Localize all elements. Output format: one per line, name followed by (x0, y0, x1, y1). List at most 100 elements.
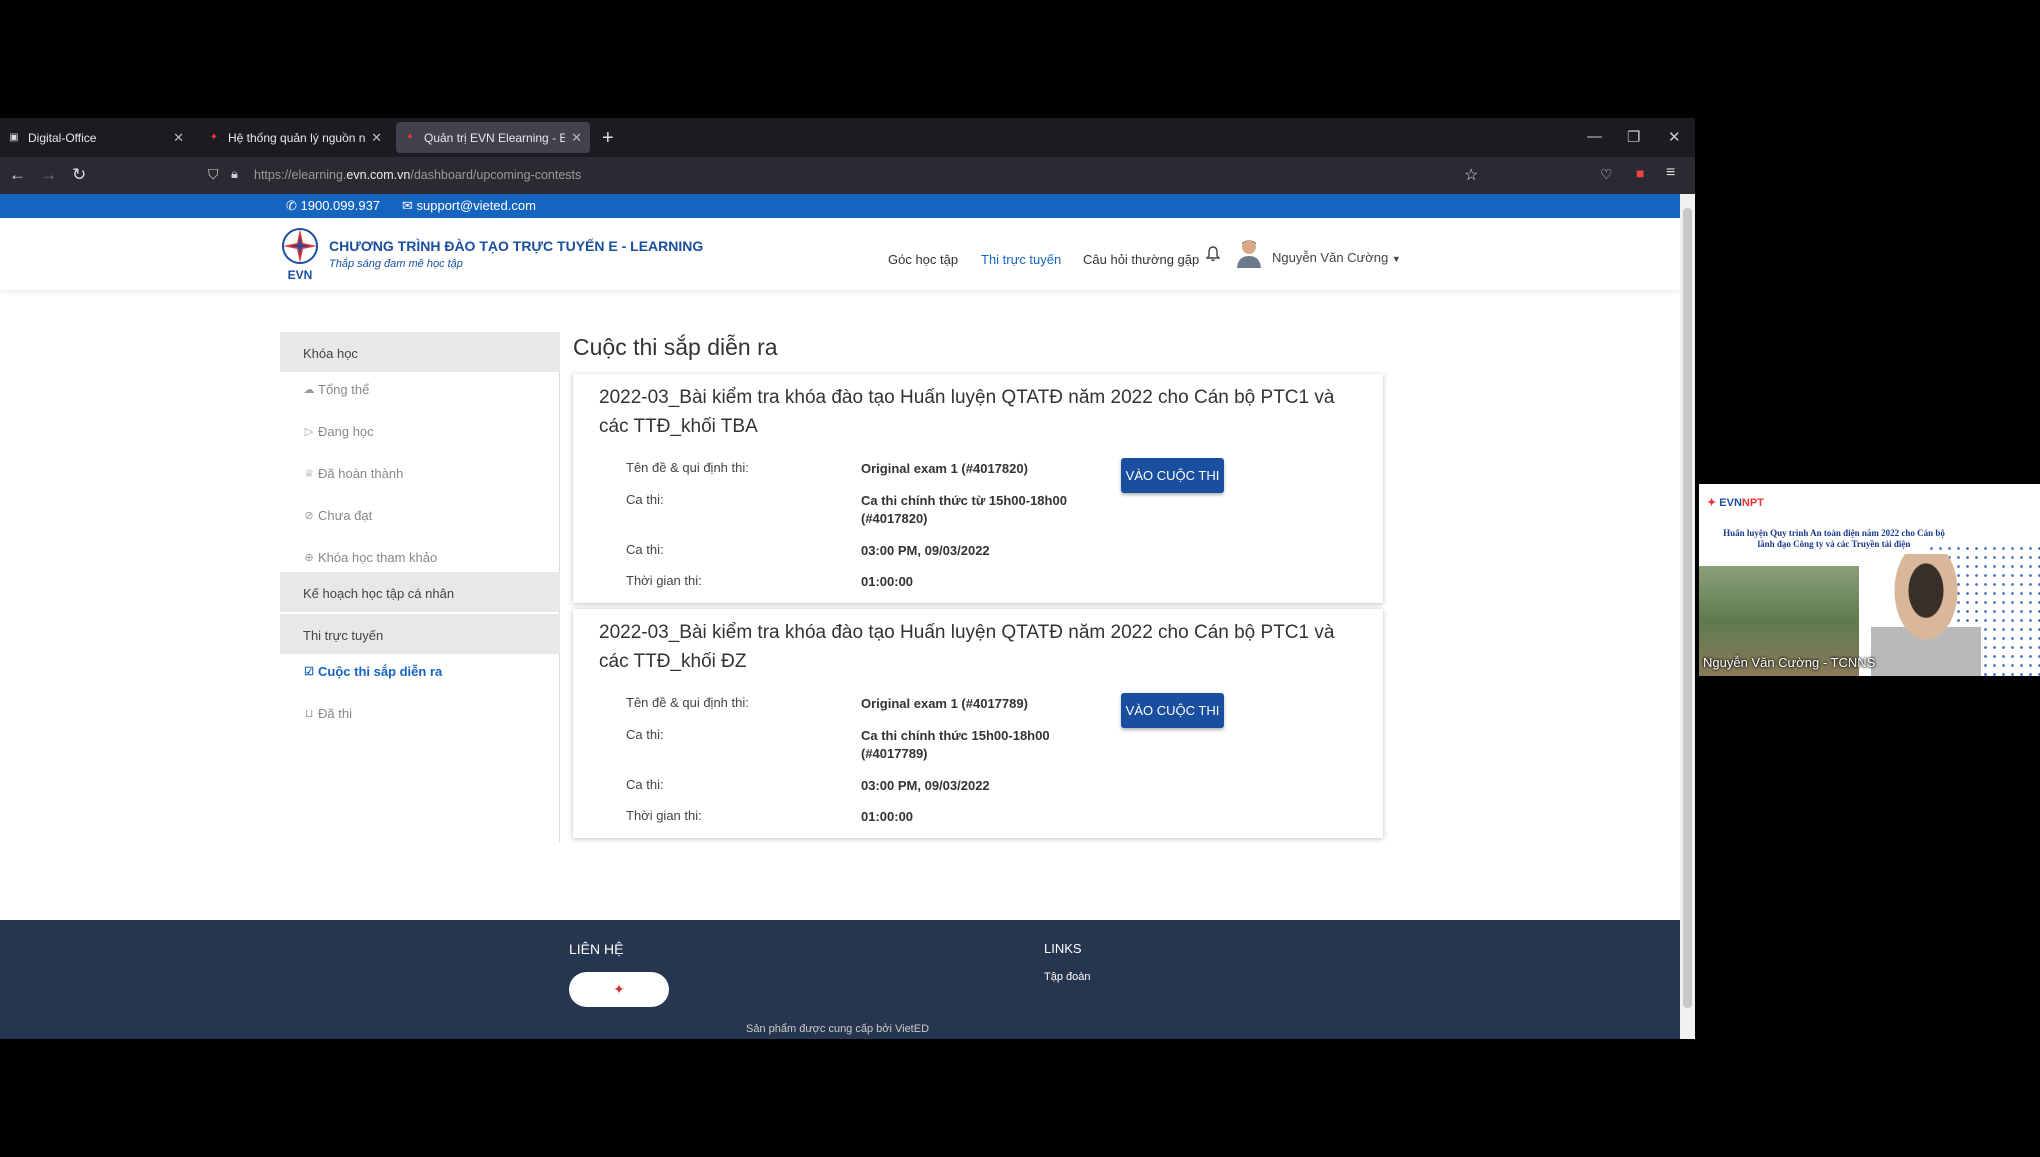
footer-credit: Sản phẩm được cung cấp bởi VietED (746, 1023, 930, 1035)
url-text[interactable]: https://elearning.evn.com.vn/dashboard/u… (254, 168, 581, 182)
evn-favicon-icon: ✦ (405, 132, 415, 143)
avatar[interactable] (1236, 238, 1262, 268)
close-icon[interactable]: ✕ (173, 130, 184, 146)
navigation-bar: ← → ↻ ⛉ 🔒︎ https://elearning.evn.com.vn/… (0, 157, 1695, 194)
site-header: EVN CHƯƠNG TRÌNH ĐÀO TẠO TRỰC TUYẾN E - … (0, 218, 1680, 290)
page-title: Cuộc thi sắp diễn ra (573, 334, 778, 360)
browser-window: ▣ Digital-Office ✕ ✦ Hệ thống quản lý ng… (0, 118, 1695, 1039)
sidebar-item-completed[interactable]: ♕ Đã hoàn thành (303, 466, 403, 481)
reload-icon[interactable]: ↻ (72, 165, 86, 185)
footer-link-group[interactable]: Tập đoàn (1044, 971, 1090, 983)
sidebar-item-reference[interactable]: ⊕ Khóa học tham khảo (303, 550, 437, 565)
evn-logo[interactable]: EVN (280, 226, 320, 282)
session-name-value: Ca thi chính thức 15h00-18h00 (#4017789) (861, 728, 1050, 761)
footer-logo[interactable]: ✦ (569, 972, 669, 1007)
window-close-icon[interactable]: ✕ (1668, 128, 1681, 146)
ban-icon: ⊘ (304, 510, 314, 522)
extension-icon[interactable]: ■ (1636, 165, 1644, 181)
phone-contact[interactable]: ✆ 1900.099.937 (286, 198, 380, 214)
checkbox-icon: ☑ (304, 666, 314, 678)
sidebar-item-label: Đã thi (318, 706, 352, 721)
url-bar[interactable]: ⛉ 🔒︎ https://elearning.evn.com.vn/dashbo… (198, 161, 1492, 190)
sidebar-item-in-progress[interactable]: ▷ Đang học (303, 424, 374, 439)
evn-favicon-icon: ✦ (209, 132, 219, 143)
site-footer: LIÊN HỆ ✦ LINKS Tập đoàn Sản phẩm được c… (0, 920, 1680, 1039)
session-time-value: 03:00 PM, 09/03/2022 (861, 543, 990, 558)
menu-study-corner[interactable]: Góc học tập (888, 252, 958, 267)
video-participant-tile[interactable]: ✦ EVNNPT Huấn luyện Quy trình An toàn đi… (1699, 484, 2040, 676)
exam-label: Tên đề & qui định thi: (626, 695, 749, 710)
globe-icon: ⊕ (304, 552, 314, 564)
sidebar-item-label: Khóa học tham khảo (318, 550, 438, 565)
contest-card: 2022-03_Bài kiểm tra khóa đào tạo Huấn l… (573, 609, 1383, 838)
session-time-label: Ca thi: (626, 542, 664, 557)
slide-brand: ✦ EVNNPT (1707, 497, 1764, 509)
sidebar-item-taken[interactable]: ⊔ Đã thi (303, 706, 352, 721)
caret-down-icon: ▼ (1391, 254, 1401, 264)
duration-value: 01:00:00 (861, 809, 914, 824)
menu-icon[interactable]: ≡ (1666, 164, 1675, 182)
tab-evn-elearning[interactable]: ✦ Quản trị EVN Elearning - EVN Elearning… (396, 122, 590, 153)
session-time-label: Ca thi: (626, 777, 664, 792)
email-contact[interactable]: ✉ support@vieted.com (402, 198, 536, 214)
play-icon: ▷ (304, 426, 314, 438)
user-menu[interactable]: Nguyễn Văn Cường ▼ (1272, 250, 1401, 265)
footer-links-heading: LINKS (1044, 941, 1082, 956)
bookmark-star-icon[interactable]: ☆ (1464, 165, 1478, 185)
session-label: Ca thi: (626, 492, 664, 507)
tab-label: Quản trị EVN Elearning - EVN Elearning (424, 130, 566, 145)
footer-contact-heading: LIÊN HỆ (569, 941, 624, 957)
session-name-value: Ca thi chính thức từ 15h00-18h00 (#40178… (861, 493, 1067, 526)
sidebar-item-overview[interactable]: ☁ Tổng thể (303, 382, 370, 397)
bell-icon[interactable] (1206, 246, 1220, 262)
participant-video (1871, 554, 1981, 676)
back-icon[interactable]: ← (9, 165, 26, 185)
page-viewport: ✆ 1900.099.937 ✉ support@vieted.com EVN … (0, 194, 1680, 1039)
pocket-icon[interactable]: ♡ (1600, 166, 1613, 183)
close-icon[interactable]: ✕ (371, 130, 382, 146)
forward-icon[interactable]: → (40, 165, 57, 185)
page-icon: ▣ (9, 132, 19, 143)
enter-contest-button[interactable]: VÀO CUỘC THI (1121, 458, 1224, 493)
phone-text: 1900.099.937 (300, 198, 381, 213)
sidebar-item-label: Cuộc thi sắp diễn ra (318, 664, 443, 679)
sidebar-item-label: Chưa đạt (318, 508, 373, 523)
lock-icon[interactable]: 🔒︎ (231, 166, 238, 182)
participant-name: Nguyễn Văn Cường - TCNNS (1703, 655, 1876, 670)
contact-strip: ✆ 1900.099.937 ✉ support@vieted.com (0, 194, 1680, 218)
sidebar-section-exams[interactable]: Thi trực tuyến (280, 614, 560, 654)
sidebar-section-courses[interactable]: Khóa học (280, 332, 560, 372)
minimize-icon[interactable]: — (1587, 128, 1602, 145)
sidebar-item-label: Đang học (318, 424, 374, 439)
restore-icon[interactable]: ❐ (1627, 128, 1640, 146)
session-time-value: 03:00 PM, 09/03/2022 (861, 778, 990, 793)
tab-digital-office[interactable]: ▣ Digital-Office ✕ (0, 122, 192, 153)
tab-bar: ▣ Digital-Office ✕ ✦ Hệ thống quản lý ng… (0, 118, 1695, 157)
duration-label: Thời gian thi: (626, 573, 702, 588)
sidebar-item-not-passed[interactable]: ⊘ Chưa đạt (303, 508, 372, 523)
contest-card: 2022-03_Bài kiểm tra khóa đào tạo Huấn l… (573, 374, 1383, 603)
evn-star-icon: ✦ (1707, 497, 1717, 509)
session-label: Ca thi: (626, 727, 664, 742)
page-scrollbar[interactable] (1680, 194, 1695, 1039)
close-icon[interactable]: ✕ (571, 130, 582, 146)
enter-contest-button[interactable]: VÀO CUỘC THI (1121, 693, 1224, 728)
sidebar-item-label: Tổng thể (318, 382, 370, 397)
svg-text:EVN: EVN (288, 268, 313, 282)
slide-title: Huấn luyện Quy trình An toàn điện năm 20… (1723, 528, 1945, 549)
contest-title: 2022-03_Bài kiểm tra khóa đào tạo Huấn l… (599, 387, 1335, 437)
sidebar-item-upcoming[interactable]: ☑ Cuộc thi sắp diễn ra (303, 664, 442, 679)
brand-title: CHƯƠNG TRÌNH ĐÀO TẠO TRỰC TUYẾN E - LEAR… (329, 238, 704, 254)
menu-online-exam[interactable]: Thi trực tuyến (981, 252, 1061, 267)
trophy-icon: ♕ (304, 468, 314, 480)
tab-hr-system[interactable]: ✦ Hệ thống quản lý nguồn nhân lực ✕ (200, 122, 390, 153)
sidebar: Khóa học ☁ Tổng thể ▷ Đang học ♕ Đã hoàn th… (280, 332, 560, 842)
user-name: Nguyễn Văn Cường (1272, 250, 1389, 265)
new-tab-icon[interactable]: + (602, 127, 614, 150)
duration-label: Thời gian thi: (626, 808, 702, 823)
scrollbar-thumb[interactable] (1683, 208, 1692, 1008)
menu-faq[interactable]: Câu hỏi thường gặp (1083, 252, 1199, 267)
sidebar-section-plan[interactable]: Kế hoạch học tập cá nhân (280, 572, 560, 612)
shield-icon[interactable]: ⛉ (208, 166, 219, 183)
inbox-icon: ⊔ (304, 708, 314, 720)
